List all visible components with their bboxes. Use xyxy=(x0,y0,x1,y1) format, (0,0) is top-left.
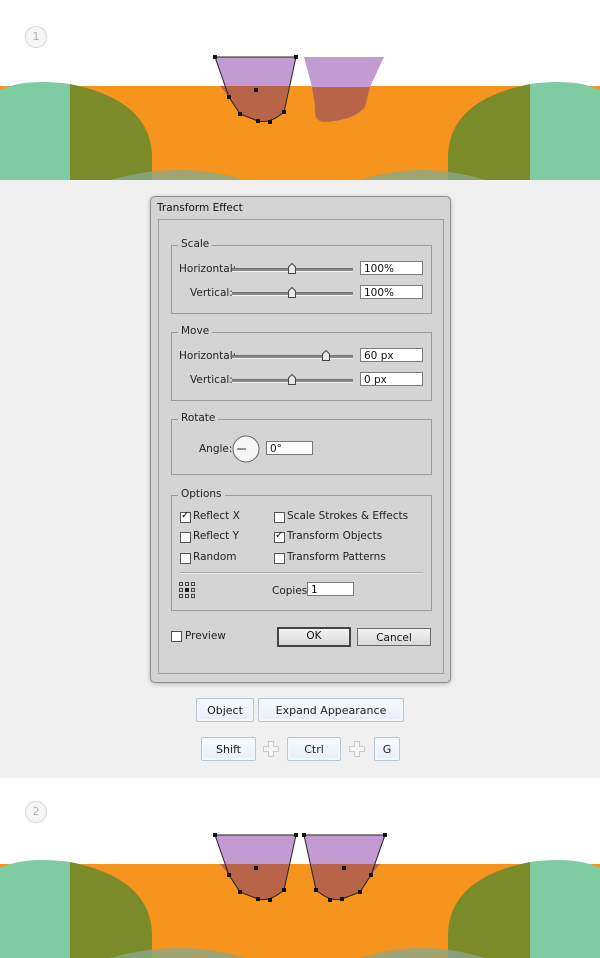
step-number-badge: 1 xyxy=(25,26,47,48)
options-legend: Options xyxy=(178,488,225,500)
move-horizontal-field[interactable]: 60 px xyxy=(360,348,423,362)
random-label[interactable]: Random xyxy=(193,551,236,563)
scale-group: Scale Horizontal: 100% Vertical: 100% xyxy=(171,238,432,314)
shift-key: Shift xyxy=(201,737,256,761)
move-horizontal-label: Horizontal: xyxy=(179,350,237,362)
move-vertical-label: Vertical: xyxy=(190,374,233,386)
scale-legend: Scale xyxy=(178,238,213,250)
dialog-titlebar[interactable]: Transform Effect xyxy=(151,197,450,217)
g-key: G xyxy=(374,737,400,761)
options-group: Options ✓ Reflect X Reflect Y Random Sca… xyxy=(171,488,432,611)
rotate-angle-field[interactable]: 0° xyxy=(266,441,313,455)
transform-objects-label[interactable]: Transform Objects xyxy=(287,530,382,542)
menu-object-chip: Object xyxy=(196,698,254,722)
transform-objects-checkbox[interactable]: ✓ xyxy=(274,530,285,543)
plus-icon xyxy=(263,741,279,757)
ok-button[interactable]: OK xyxy=(277,627,351,647)
random-checkbox[interactable] xyxy=(180,553,191,564)
move-vertical-slider-thumb[interactable] xyxy=(288,374,296,385)
copies-field[interactable]: 1 xyxy=(307,582,354,596)
options-divider xyxy=(180,572,423,574)
scale-strokes-label[interactable]: Scale Strokes & Effects xyxy=(287,510,408,522)
plus-icon xyxy=(349,741,365,757)
scale-vertical-slider-thumb[interactable] xyxy=(288,287,296,298)
right-green-shape xyxy=(530,82,600,180)
scale-horizontal-slider-thumb[interactable] xyxy=(288,263,296,274)
rotate-legend: Rotate xyxy=(178,412,219,424)
scale-vertical-label: Vertical: xyxy=(190,287,233,299)
ctrl-key: Ctrl xyxy=(287,737,341,761)
reflect-x-checkbox[interactable]: ✓ xyxy=(180,510,191,523)
rotate-group: Rotate Angle: 0° xyxy=(171,412,432,475)
menu-expand-appearance-chip: Expand Appearance xyxy=(258,698,404,722)
dialog-body: Scale Horizontal: 100% Vertical: 100% Mo… xyxy=(158,219,444,674)
scale-horizontal-label: Horizontal: xyxy=(179,263,237,275)
reference-point-icon[interactable] xyxy=(179,582,195,598)
move-group: Move Horizontal: 60 px Vertical: 0 px xyxy=(171,325,432,401)
artwork-before xyxy=(0,55,600,180)
step-number-badge: 2 xyxy=(25,801,47,823)
transform-patterns-checkbox[interactable] xyxy=(274,553,285,564)
scale-vertical-field[interactable]: 100% xyxy=(360,285,423,299)
reflect-x-label[interactable]: Reflect X xyxy=(193,510,240,522)
left-green-shape xyxy=(0,82,70,180)
artwork-after xyxy=(0,833,600,958)
transform-patterns-label[interactable]: Transform Patterns xyxy=(287,551,386,563)
move-vertical-field[interactable]: 0 px xyxy=(360,372,423,386)
check-icon: ✓ xyxy=(181,510,190,521)
preview-label[interactable]: Preview xyxy=(185,630,226,642)
angle-dial-icon[interactable] xyxy=(232,435,260,463)
reflect-y-label[interactable]: Reflect Y xyxy=(193,530,239,542)
illustration-panel-step-1: 1 xyxy=(0,0,600,180)
dialog-title: Transform Effect xyxy=(157,202,243,214)
check-icon: ✓ xyxy=(275,530,284,541)
cancel-button[interactable]: Cancel xyxy=(357,628,431,646)
copies-label: Copies xyxy=(272,585,308,597)
scale-horizontal-field[interactable]: 100% xyxy=(360,261,423,275)
preview-checkbox[interactable] xyxy=(171,631,182,642)
left-green-shape xyxy=(0,860,70,958)
move-legend: Move xyxy=(178,325,213,337)
move-horizontal-slider[interactable] xyxy=(232,355,353,359)
scale-strokes-checkbox[interactable] xyxy=(274,512,285,523)
move-horizontal-slider-thumb[interactable] xyxy=(322,350,330,361)
transform-effect-dialog: Transform Effect Scale Horizontal: 100% … xyxy=(150,196,451,683)
right-green-shape xyxy=(530,860,600,958)
reflect-y-checkbox[interactable] xyxy=(180,532,191,543)
illustration-panel-step-2: 2 xyxy=(0,778,600,958)
rotate-angle-label: Angle: xyxy=(199,443,233,455)
